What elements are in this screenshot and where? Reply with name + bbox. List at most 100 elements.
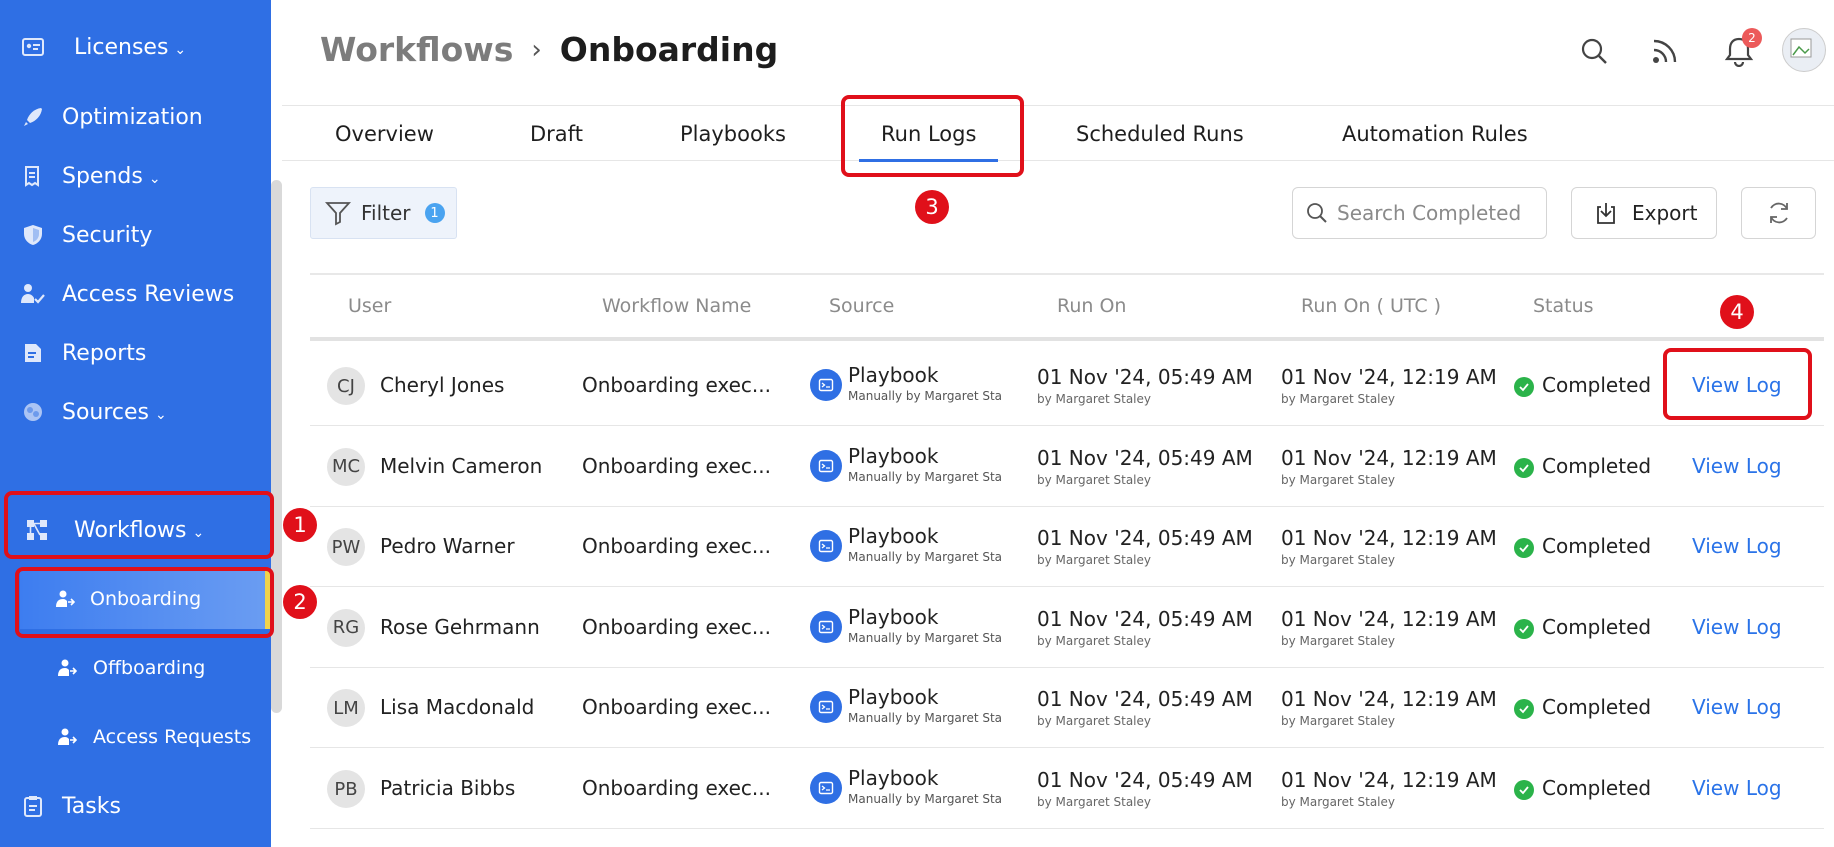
sidebar-scrollbar[interactable] [271,180,282,713]
search-input[interactable] [1337,201,1537,225]
sidebar-item-label: Security [62,222,153,248]
table-row[interactable]: PW Pedro Warner Onboarding exec... Playbook… [310,506,1824,588]
table-row[interactable]: LM Lisa Macdonald Onboarding exec... Playbo… [310,667,1824,749]
sidebar-item-tasks[interactable]: Tasks [0,776,271,836]
workflow-icon [24,517,50,543]
download-icon [1594,201,1618,225]
sidebar-item-label: Access Reviews [62,281,235,307]
table-row[interactable]: CJ Cheryl Jones Onboarding exec... Playbook… [310,345,1824,426]
source-detail: Manually by Margaret Staley [848,792,1003,806]
run-on-time: 01 Nov '24, 05:49 AM [1037,606,1253,631]
column-header-run-on-utc[interactable]: Run On ( UTC ) [1301,295,1441,317]
view-log-link[interactable]: View Log [1692,695,1782,719]
user-name: Rose Gehrmann [380,614,540,639]
workflow-name: Onboarding exec... [582,534,772,559]
tab-draft[interactable]: Draft [530,106,583,162]
playbook-icon [810,449,842,482]
run-on-utc-by: by Margaret Staley [1281,633,1395,648]
rss-feed-icon[interactable] [1648,34,1682,68]
refresh-icon [1769,202,1788,224]
tab-playbooks[interactable]: Playbooks [680,106,786,162]
view-log-link[interactable]: View Log [1692,373,1782,397]
tab-scheduled-runs[interactable]: Scheduled Runs [1076,106,1244,162]
sidebar-subitem-offboarding[interactable]: Offboarding [20,638,270,698]
source-detail: Manually by Margaret Staley [848,389,1003,403]
sidebar-subitem-onboarding[interactable]: Onboarding [20,569,270,629]
sidebar-item-licenses[interactable]: Licenses ⌄ [0,17,271,77]
view-log-link[interactable]: View Log [1692,776,1782,800]
sources-icon [20,399,46,425]
status-text: Completed [1542,534,1652,559]
sidebar-subitem-access-requests[interactable]: Access Requests [20,707,270,767]
view-log-link[interactable]: View Log [1692,534,1782,558]
receipt-icon [20,163,46,189]
source-type: Playbook [848,363,939,387]
run-on-by: by Margaret Staley [1037,633,1151,648]
playbook-icon [810,691,842,724]
view-log-link[interactable]: View Log [1692,454,1782,478]
user-initials-avatar: PW [327,528,365,567]
sidebar-item-sources[interactable]: Sources ⌄ [0,382,271,442]
table-row[interactable]: MC Melvin Cameron Onboarding exec... Playbo… [310,426,1824,507]
breadcrumb-parent[interactable]: Workflows [320,30,513,69]
user-arrow-icon [56,657,78,679]
header: Workflows › Onboarding 2 [282,0,1834,105]
tab-overview[interactable]: Overview [335,106,434,162]
status-text: Completed [1542,695,1652,720]
filter-count-badge: 1 [424,203,445,223]
column-header-workflow-name[interactable]: Workflow Name [602,295,751,317]
run-on-time: 01 Nov '24, 05:49 AM [1037,526,1253,551]
annotation-number: 3 [915,190,949,224]
view-log-link[interactable]: View Log [1692,615,1782,639]
column-header-status[interactable]: Status [1533,295,1594,317]
filter-label: Filter [361,201,411,225]
sidebar-item-spends[interactable]: Spends ⌄ [0,146,271,206]
user-initials-avatar: CJ [327,367,365,405]
breadcrumb: Workflows › Onboarding [320,30,778,69]
playbook-icon [810,610,842,643]
playbook-icon [810,369,842,401]
check-circle-icon [1514,699,1534,720]
export-label: Export [1632,201,1698,225]
filter-button[interactable]: Filter 1 [310,187,457,239]
notification-bell-icon[interactable]: 2 [1722,28,1762,68]
tab-automation-rules[interactable]: Automation Rules [1342,106,1528,162]
user-name: Cheryl Jones [380,373,505,397]
user-name: Pedro Warner [380,534,515,559]
run-on-time: 01 Nov '24, 05:49 AM [1037,365,1253,389]
check-circle-icon [1514,618,1534,639]
check-circle-icon [1514,457,1534,478]
column-header-user[interactable]: User [348,295,391,317]
chevron-down-icon: ⌄ [174,41,187,58]
broken-image-icon [1790,38,1812,58]
tab-run-logs[interactable]: Run Logs [859,106,999,162]
avatar[interactable] [1782,28,1826,72]
search-field[interactable] [1292,187,1547,239]
search-icon[interactable] [1577,34,1611,68]
user-initials-avatar: LM [327,689,365,728]
source-type: Playbook [848,443,939,468]
export-button[interactable]: Export [1571,187,1717,239]
sidebar: Licenses ⌄ Optimization Spends ⌄ Security … [0,0,271,847]
column-header-source[interactable]: Source [829,295,894,317]
column-header-run-on[interactable]: Run On [1057,295,1126,317]
annotation-number: 1 [283,508,317,542]
refresh-button[interactable] [1741,187,1816,239]
sidebar-item-access-reviews[interactable]: Access Reviews [0,264,271,324]
report-icon [20,340,46,366]
table-row[interactable]: PB Patricia Bibbs Onboarding exec... Playbo… [310,748,1824,829]
sidebar-item-security[interactable]: Security [0,205,271,265]
source-type: Playbook [848,766,939,790]
table-row[interactable]: RG Rose Gehrmann Onboarding exec... Playboo… [310,587,1824,668]
chevron-down-icon: ⌄ [192,524,205,541]
sidebar-item-label: Sources [62,399,150,425]
sidebar-item-workflows[interactable]: Workflows ⌄ [0,500,271,560]
user-initials-avatar: RG [327,608,365,647]
shield-icon [20,222,46,248]
annotation-number: 2 [283,585,317,619]
source-type: Playbook [848,685,939,710]
sidebar-item-optimization[interactable]: Optimization [0,87,271,147]
sidebar-item-reports[interactable]: Reports [0,323,271,383]
run-on-utc-time: 01 Nov '24, 12:19 AM [1281,687,1497,712]
run-on-by: by Margaret Staley [1037,795,1151,809]
